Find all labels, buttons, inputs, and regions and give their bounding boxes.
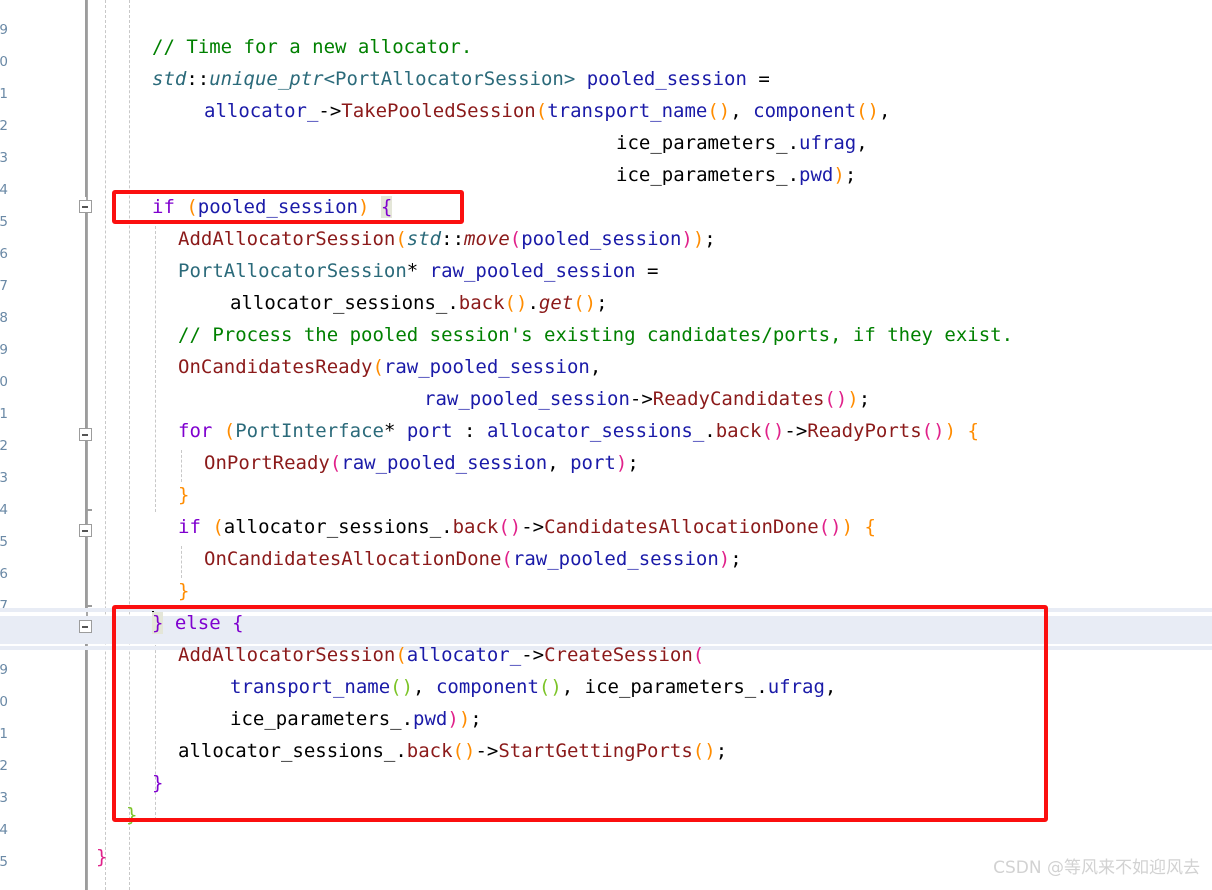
code-line[interactable]: } else { <box>152 607 244 639</box>
code-line[interactable]: ice_parameters_.ufrag, <box>616 127 868 159</box>
code-line[interactable]: OnCandidatesReady(raw_pooled_session, <box>178 351 601 383</box>
csdn-watermark: CSDN @等风来不如迎风去 <box>993 858 1200 878</box>
code-line[interactable]: OnPortReady(raw_pooled_session, port); <box>204 447 639 479</box>
code-line[interactable]: } <box>96 841 107 873</box>
code-text-layer[interactable]: // Time for a new allocator. std::unique… <box>0 0 1212 890</box>
code-editor: 9 0 1 2 3 4 5 6 7 8 9 0 1 2 3 4 5 6 7 8 … <box>0 0 1212 890</box>
code-line[interactable]: allocator_sessions_.back().get(); <box>230 287 608 319</box>
code-line[interactable]: // Time for a new allocator. <box>152 31 472 63</box>
code-line[interactable]: for (PortInterface* port : allocator_ses… <box>178 415 979 447</box>
code-line[interactable]: raw_pooled_session->ReadyCandidates()); <box>424 383 870 415</box>
code-line[interactable]: ice_parameters_.pwd)); <box>230 703 482 735</box>
fold-marker-icon[interactable] <box>79 428 92 441</box>
code-line[interactable]: if (allocator_sessions_.back()->Candidat… <box>178 511 876 543</box>
fold-marker-icon[interactable] <box>79 524 92 537</box>
fold-marker-icon[interactable] <box>79 620 92 633</box>
code-line[interactable]: // Process the pooled session's existing… <box>178 319 1013 351</box>
code-line[interactable]: } <box>178 575 189 607</box>
code-line[interactable]: AddAllocatorSession(allocator_->CreateSe… <box>178 639 704 671</box>
code-line[interactable]: if (pooled_session) { <box>152 191 393 223</box>
code-line[interactable]: allocator_sessions_.back()->StartGetting… <box>178 735 727 767</box>
code-line[interactable]: transport_name(), component(), ice_param… <box>230 671 836 703</box>
code-line[interactable]: allocator_->TakePooledSession(transport_… <box>204 95 890 127</box>
code-line[interactable]: ice_parameters_.pwd); <box>616 159 856 191</box>
code-line[interactable]: } <box>178 479 189 511</box>
code-line[interactable]: } <box>152 767 163 799</box>
code-line[interactable]: PortAllocatorSession* raw_pooled_session… <box>178 255 658 287</box>
code-line[interactable]: AddAllocatorSession(std::move(pooled_ses… <box>178 223 716 255</box>
code-line[interactable]: } <box>126 799 137 831</box>
code-line[interactable]: OnCandidatesAllocationDone(raw_pooled_se… <box>204 543 742 575</box>
code-line[interactable]: std::unique_ptr<PortAllocatorSession> po… <box>152 63 770 95</box>
fold-marker-icon[interactable] <box>79 200 92 213</box>
